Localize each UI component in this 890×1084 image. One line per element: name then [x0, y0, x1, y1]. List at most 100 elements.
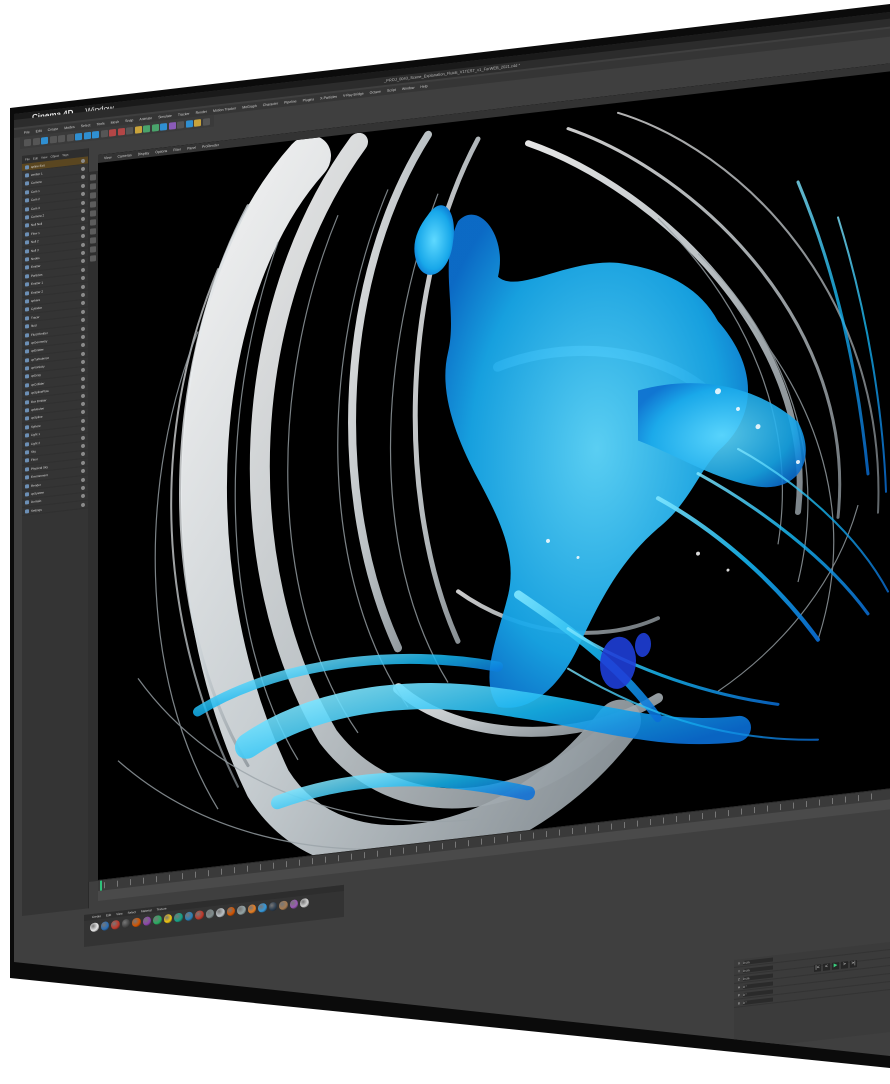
visibility-dot-icon[interactable] [81, 468, 85, 474]
visibility-dot-icon[interactable] [81, 326, 85, 331]
visibility-dot-icon[interactable] [81, 292, 85, 298]
vp-menu-prorender[interactable]: ProRender [202, 143, 219, 149]
scale-icon[interactable] [58, 134, 65, 143]
material-swatch[interactable] [132, 917, 141, 927]
visibility-dot-icon[interactable] [81, 275, 85, 281]
camera-icon[interactable] [185, 119, 193, 128]
visibility-dot-icon[interactable] [81, 460, 85, 465]
visibility-dot-icon[interactable] [81, 250, 85, 256]
coordinate-system-icon[interactable] [100, 129, 108, 138]
menu-edit[interactable]: Edit [36, 129, 42, 134]
visibility-dot-icon[interactable] [81, 502, 85, 507]
material-swatch[interactable] [184, 911, 193, 921]
coordinate-value-field[interactable]: 0 ° [743, 996, 774, 1005]
menu-modes[interactable]: Modes [64, 125, 75, 130]
deformer-icon[interactable] [168, 121, 176, 130]
visibility-dot-icon[interactable] [81, 418, 85, 423]
menu-select[interactable]: Select [81, 123, 91, 128]
visibility-dot-icon[interactable] [81, 376, 85, 382]
material-swatch[interactable] [226, 906, 235, 917]
viewport-3d[interactable]: View Cameras Display Options Filter Pane… [98, 63, 890, 895]
render-view-icon[interactable] [109, 128, 116, 137]
snap-icon[interactable] [90, 246, 96, 253]
menu-mesh[interactable]: Mesh [111, 120, 120, 125]
tweak-mode-icon[interactable] [90, 237, 96, 244]
visibility-dot-icon[interactable] [81, 477, 85, 482]
menu-plugins[interactable]: Plugins [303, 97, 314, 102]
cube-icon[interactable] [134, 125, 142, 134]
visibility-dot-icon[interactable] [81, 309, 85, 314]
menu-xparticles[interactable]: X-Particles [320, 95, 337, 101]
visibility-dot-icon[interactable] [81, 317, 85, 323]
visibility-dot-icon[interactable] [81, 393, 85, 398]
menu-render[interactable]: Render [196, 110, 207, 115]
visibility-dot-icon[interactable] [81, 494, 85, 499]
visibility-dot-icon[interactable] [81, 401, 85, 407]
visibility-dot-icon[interactable] [81, 259, 85, 264]
floor-icon[interactable] [177, 120, 184, 129]
menu-octane[interactable]: Octane [370, 90, 381, 95]
visibility-dot-icon[interactable] [81, 485, 85, 491]
menu-pipeline[interactable]: Pipeline [284, 99, 296, 104]
x-axis-icon[interactable] [75, 132, 82, 141]
menu-script[interactable]: Script [387, 88, 396, 93]
visibility-dot-icon[interactable] [81, 426, 85, 432]
vp-menu-filter[interactable]: Filter [173, 147, 181, 152]
render-settings-icon[interactable] [126, 126, 133, 135]
om-tab-tags[interactable]: Tags [62, 153, 68, 158]
material-swatch[interactable] [279, 900, 288, 910]
visibility-dot-icon[interactable] [81, 334, 85, 340]
points-mode-icon[interactable] [90, 201, 96, 208]
material-swatch[interactable] [195, 910, 204, 920]
visibility-dot-icon[interactable] [81, 242, 85, 247]
step-back-button[interactable]: < [823, 963, 830, 971]
redo-icon[interactable] [32, 137, 40, 146]
om-tab-edit[interactable]: Edit [33, 156, 38, 161]
material-swatch[interactable] [90, 922, 99, 932]
step-forward-button[interactable]: > [841, 961, 848, 969]
visibility-dot-icon[interactable] [81, 384, 85, 390]
make-editable-icon[interactable] [90, 174, 96, 181]
menu-window-c4d[interactable]: Window [402, 86, 414, 91]
z-axis-icon[interactable] [92, 130, 99, 139]
menu-vray[interactable]: V-Ray Bridge [343, 92, 364, 98]
visibility-dot-icon[interactable] [81, 233, 85, 239]
y-axis-icon[interactable] [83, 131, 91, 140]
visibility-dot-icon[interactable] [81, 452, 85, 457]
material-swatch[interactable] [174, 912, 183, 923]
material-swatch[interactable] [289, 899, 298, 909]
visibility-dot-icon[interactable] [81, 342, 85, 348]
material-swatch[interactable] [111, 919, 120, 930]
rotate-icon[interactable] [66, 133, 74, 142]
menu-tools[interactable]: Tools [96, 122, 104, 127]
visibility-dot-icon[interactable] [81, 225, 85, 230]
layout-icon[interactable] [202, 117, 210, 126]
vp-menu-cameras[interactable]: Cameras [118, 153, 132, 159]
visibility-dot-icon[interactable] [81, 191, 85, 197]
edges-mode-icon[interactable] [90, 210, 96, 217]
menu-snap[interactable]: Snap [125, 118, 133, 123]
play-button[interactable]: ▶ [832, 962, 839, 970]
visibility-dot-icon[interactable] [81, 410, 85, 415]
material-swatch[interactable] [268, 901, 277, 912]
pen-icon[interactable] [143, 124, 150, 133]
material-swatch[interactable] [142, 916, 151, 926]
visibility-dot-icon[interactable] [81, 443, 85, 449]
mat-menu-view[interactable]: View [116, 912, 122, 917]
visibility-dot-icon[interactable] [81, 200, 85, 205]
visibility-dot-icon[interactable] [81, 359, 85, 365]
visibility-dot-icon[interactable] [81, 435, 85, 440]
material-swatch[interactable] [163, 913, 172, 924]
render-picture-viewer-icon[interactable] [117, 127, 125, 136]
go-to-start-button[interactable]: |< [814, 964, 821, 972]
menu-create[interactable]: Create [48, 127, 59, 132]
menu-tracker[interactable]: Tracker [178, 112, 190, 117]
vp-menu-view[interactable]: View [104, 155, 112, 160]
menu-simulate[interactable]: Simulate [158, 114, 172, 120]
mat-menu-edit[interactable]: Edit [106, 913, 111, 918]
live-select-icon[interactable] [41, 136, 48, 145]
material-swatch[interactable] [121, 918, 130, 929]
visibility-dot-icon[interactable] [81, 217, 85, 222]
om-tab-object[interactable]: Object [50, 154, 59, 159]
menu-character[interactable]: Character [263, 101, 278, 107]
